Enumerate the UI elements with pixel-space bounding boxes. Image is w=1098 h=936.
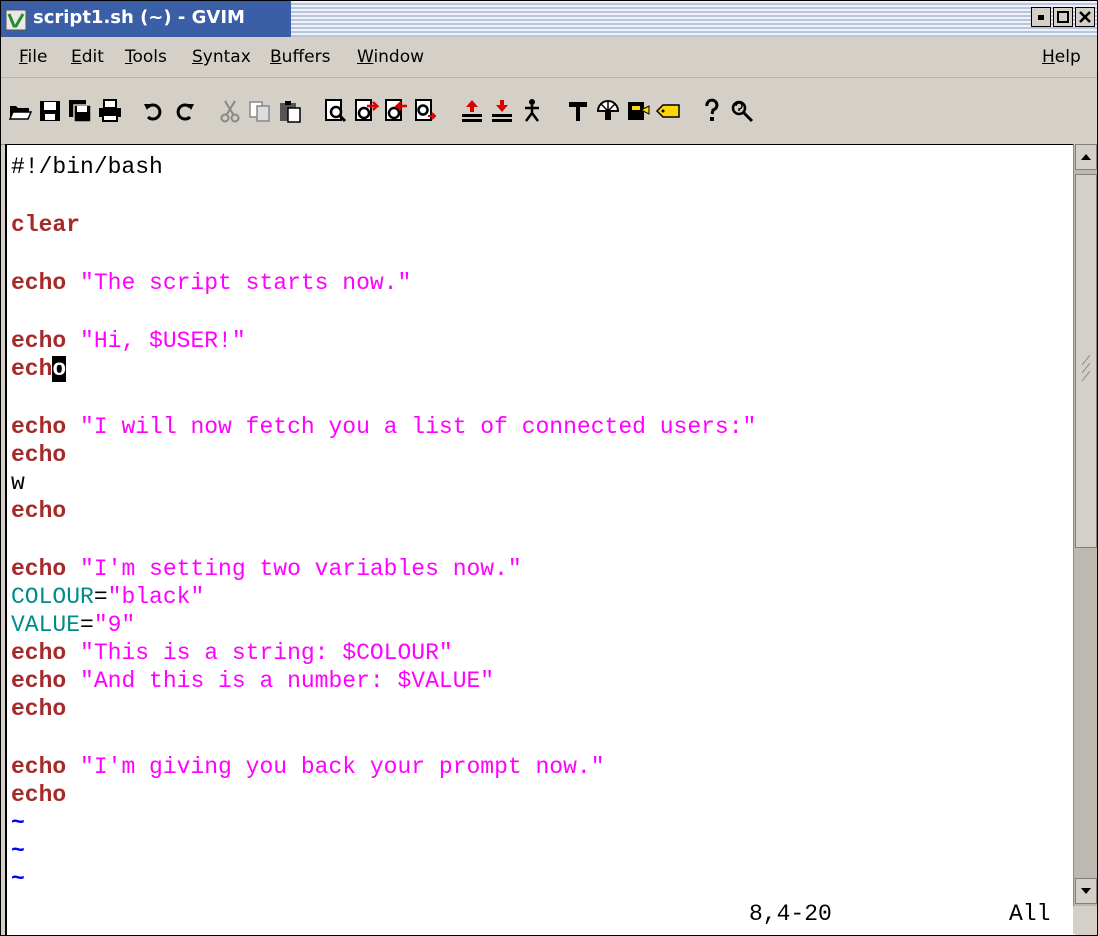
keyword: echo: [11, 640, 67, 666]
assign-operator: =: [93, 584, 108, 610]
keyword: echo: [11, 782, 67, 808]
load-session-icon[interactable]: [459, 98, 485, 124]
title-bar[interactable]: script1.sh (~) - GVIM: [1, 1, 1097, 37]
code-line-20: echo: [11, 695, 66, 723]
replace-icon[interactable]: [413, 98, 439, 124]
code-line-19: echo "And this is a number: $VALUE": [11, 667, 494, 695]
keyword: echo: [11, 498, 67, 524]
variable-name: VALUE: [11, 612, 81, 638]
assign-operator: =: [80, 612, 94, 638]
menu-file[interactable]: File: [19, 47, 47, 67]
maximize-button[interactable]: [1053, 7, 1073, 27]
code-line-10: echo "I will now fetch you a list of con…: [11, 413, 756, 441]
cut-icon[interactable]: [217, 98, 243, 124]
print-icon[interactable]: [97, 98, 123, 124]
close-button[interactable]: [1075, 7, 1095, 27]
find-prev-icon[interactable]: [383, 98, 409, 124]
string-literal: "I'm setting two variables now.": [80, 556, 522, 582]
editor-text-area[interactable]: #!/bin/bash clear echo "The script start…: [5, 144, 1075, 935]
code-line-12: w: [11, 469, 25, 497]
keyword: echo: [11, 270, 67, 296]
save-icon[interactable]: [37, 98, 63, 124]
code-line-18: echo "This is a string: $COLOUR": [11, 639, 453, 667]
redo-icon[interactable]: [171, 98, 197, 124]
string-literal: "The script starts now.": [80, 270, 412, 296]
keyword: echo: [11, 754, 67, 780]
menu-buffers[interactable]: Buffers: [270, 47, 330, 67]
save-all-icon[interactable]: [67, 98, 93, 124]
vim-app-icon[interactable]: [5, 9, 27, 31]
code-line-22: echo "I'm giving you back your prompt no…: [11, 753, 605, 781]
keyword: echo: [11, 668, 67, 694]
keyword: echo: [11, 328, 67, 354]
help-icon[interactable]: [699, 98, 725, 124]
variable-name: COLOUR: [11, 584, 94, 610]
menu-edit[interactable]: Edit: [71, 47, 104, 67]
cursor-position: 8,4-20: [749, 901, 832, 927]
string-literal: "I'm giving you back your prompt now.": [80, 754, 605, 780]
arrow-up-icon: [1081, 154, 1091, 160]
scroll-percentage: All: [1009, 901, 1051, 927]
empty-line-marker: ~: [11, 866, 25, 892]
string-literal: "And this is a number: $VALUE": [80, 668, 495, 694]
vertical-scrollbar[interactable]: [1073, 144, 1097, 906]
shebang: #!/bin/bash: [11, 154, 163, 180]
minimize-button[interactable]: [1031, 7, 1051, 27]
run-script-icon[interactable]: [519, 98, 545, 124]
find-help-icon[interactable]: [729, 98, 755, 124]
code-line-8: echo: [11, 355, 67, 383]
make-icon[interactable]: [565, 98, 591, 124]
toolbar: [1, 78, 1097, 145]
find-next-icon[interactable]: [353, 98, 379, 124]
code-line-5: echo "The script starts now.": [11, 269, 411, 297]
code-line-7: echo "Hi, $USER!": [11, 327, 246, 355]
code-line-3: clear: [11, 211, 80, 239]
string-literal: "I will now fetch you a list of connecte…: [80, 414, 757, 440]
code-line-16: COLOUR="black": [11, 583, 204, 611]
scroll-down-button[interactable]: [1075, 878, 1097, 904]
menu-window[interactable]: Window: [357, 47, 424, 67]
menu-bar: File Edit Tools Syntax Buffers Window He…: [1, 37, 1097, 78]
ctags-icon[interactable]: [625, 98, 651, 124]
menu-tools[interactable]: Tools: [125, 47, 167, 67]
scroll-thumb[interactable]: [1075, 174, 1097, 548]
window-title: script1.sh (~) - GVIM: [33, 7, 245, 28]
grip-icon: [1081, 354, 1091, 382]
string-literal: "This is a string: $COLOUR": [80, 640, 453, 666]
gvim-window: script1.sh (~) - GVIM File Edit Tools Sy…: [0, 0, 1098, 936]
undo-icon[interactable]: [141, 98, 167, 124]
menu-help[interactable]: Help: [1042, 47, 1081, 67]
copy-icon[interactable]: [247, 98, 273, 124]
string-literal: "9": [93, 612, 136, 638]
paste-icon[interactable]: [277, 98, 303, 124]
keyword: echo: [11, 696, 67, 722]
keyword: clear: [11, 212, 81, 238]
command: w: [11, 470, 25, 496]
open-icon[interactable]: [7, 98, 33, 124]
empty-line-marker: ~: [11, 810, 25, 836]
code-line-23: echo: [11, 781, 66, 809]
code-line-15: echo "I'm setting two variables now.": [11, 555, 522, 583]
string-literal: "black": [107, 584, 205, 610]
find-icon[interactable]: [323, 98, 349, 124]
code-line-11: echo: [11, 441, 66, 469]
string-literal: "Hi, $USER!": [80, 328, 246, 354]
scroll-up-button[interactable]: [1075, 144, 1097, 170]
shell-icon[interactable]: [595, 98, 621, 124]
text-cursor: o: [52, 356, 67, 382]
code-line-13: echo: [11, 497, 66, 525]
resize-corner[interactable]: [1073, 906, 1097, 934]
code-line-1: #!/bin/bash: [11, 153, 163, 181]
keyword: ech: [11, 356, 53, 382]
tag-jump-icon[interactable]: [655, 98, 681, 124]
keyword: echo: [11, 414, 67, 440]
empty-line-marker: ~: [11, 838, 25, 864]
arrow-down-icon: [1081, 888, 1091, 894]
code-line-17: VALUE="9": [11, 611, 135, 639]
keyword: echo: [11, 556, 67, 582]
save-session-icon[interactable]: [489, 98, 515, 124]
keyword: echo: [11, 442, 67, 468]
menu-syntax[interactable]: Syntax: [192, 47, 251, 67]
